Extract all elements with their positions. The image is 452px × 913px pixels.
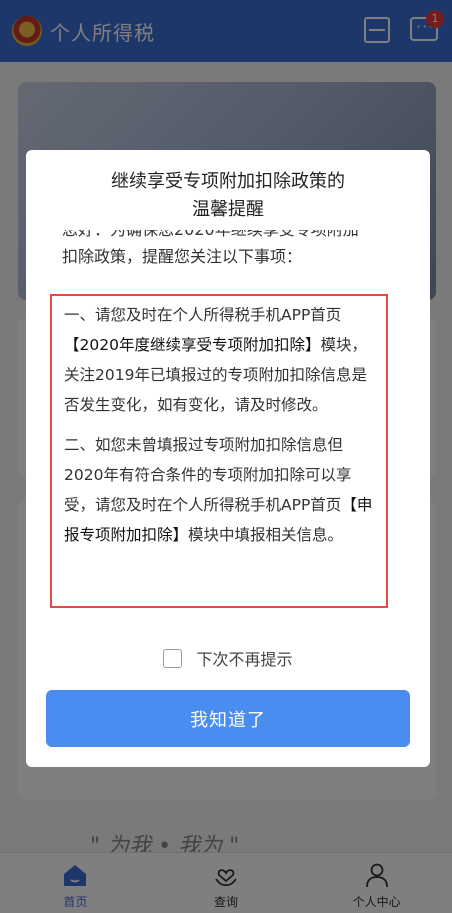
highlighted-notice-box: 一、请您及时在个人所得税手机APP首页【2020年度继续享受专项附加扣除】模块，… bbox=[50, 294, 388, 608]
dialog-title-line2: 温馨提醒 bbox=[192, 199, 264, 220]
dialog-title: 继续享受专项附加扣除政策的 温馨提醒 bbox=[26, 168, 430, 224]
notice-paragraph-2: 二、如您未曾填报过专项附加扣除信息但2020年有符合条件的专项附加扣除可以享受，… bbox=[64, 430, 376, 550]
dont-remind-checkbox[interactable] bbox=[163, 648, 183, 668]
para2-suffix: 模块中填报相关信息。 bbox=[188, 526, 344, 544]
intro-scroll-area[interactable]: 您好：为确保您2020年继续享受专项附加 扣除政策，提醒您关注以下事项： bbox=[26, 230, 430, 302]
dialog-title-line1: 继续享受专项附加扣除政策的 bbox=[111, 171, 345, 192]
para1-prefix: 一、请您及时在个人所得税手机APP首页 bbox=[64, 306, 342, 324]
confirm-button[interactable]: 我知道了 bbox=[46, 690, 410, 747]
para2-prefix: 二、如您未曾填报过专项附加扣除信息但2020年有符合条件的专项附加扣除可以享受，… bbox=[64, 436, 352, 514]
reminder-dialog: 继续享受专项附加扣除政策的 温馨提醒 您好：为确保您2020年继续享受专项附加 … bbox=[26, 150, 430, 767]
para1-highlight: 【2020年度继续享受专项附加扣除】 bbox=[64, 336, 321, 354]
notice-paragraph-1: 一、请您及时在个人所得税手机APP首页【2020年度继续享受专项附加扣除】模块，… bbox=[64, 300, 376, 420]
dont-remind-row[interactable]: 下次不再提示 bbox=[26, 646, 430, 670]
dont-remind-label[interactable]: 下次不再提示 bbox=[196, 646, 292, 670]
intro-line1: 您好：为确保您2020年继续享受专项附加 bbox=[62, 230, 402, 243]
intro-line2: 扣除政策，提醒您关注以下事项： bbox=[62, 247, 303, 266]
intro-text: 您好：为确保您2020年继续享受专项附加 扣除政策，提醒您关注以下事项： bbox=[62, 230, 402, 270]
